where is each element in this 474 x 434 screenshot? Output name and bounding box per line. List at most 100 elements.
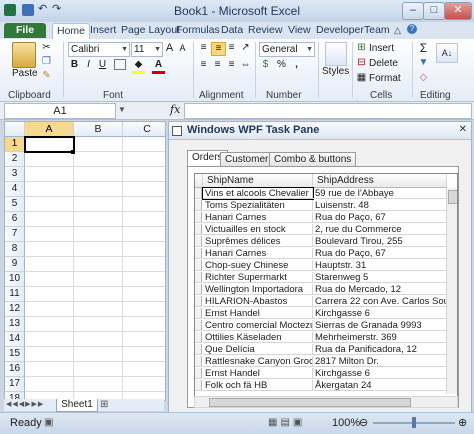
cell-shipaddress[interactable]: Luisenstr. 48 bbox=[313, 200, 447, 211]
table-row[interactable]: Hanari Carnes Rua do Paço, 67 bbox=[195, 248, 457, 259]
table-row[interactable]: Ottilies Käseladen Mehrheimerstr. 369 bbox=[195, 332, 457, 343]
row-selector[interactable] bbox=[195, 260, 202, 271]
table-row[interactable]: Rattlesnake Canyon Grocery2817 Milton Dr… bbox=[195, 356, 457, 367]
fill-handle[interactable] bbox=[71, 150, 75, 154]
cell-shipname[interactable]: Ernst Handel bbox=[203, 308, 313, 319]
column-header-b[interactable]: B bbox=[74, 122, 123, 137]
insert-function-button[interactable]: fx bbox=[170, 103, 180, 116]
merge-center-icon[interactable]: ⇔ bbox=[239, 59, 252, 71]
row-selector[interactable] bbox=[195, 212, 202, 223]
delete-cells-icon[interactable]: ⊟ bbox=[355, 57, 368, 69]
h-scrollbar-thumb[interactable] bbox=[209, 398, 411, 407]
fill-icon[interactable]: ▼ bbox=[417, 57, 430, 69]
name-box[interactable]: A1 bbox=[4, 103, 116, 119]
row-selector[interactable] bbox=[195, 224, 202, 235]
table-row[interactable]: Suprêmes délices Boulevard Tirou, 255 bbox=[195, 236, 457, 247]
insert-sheet-icon[interactable]: ⊞ bbox=[100, 399, 108, 410]
fill-color-icon[interactable]: ◆ bbox=[132, 59, 145, 74]
cell-shipname[interactable]: Hanari Carnes bbox=[203, 248, 313, 259]
row-header[interactable]: 15 bbox=[5, 347, 25, 362]
column-header-c[interactable]: C bbox=[123, 122, 165, 137]
cell-shipaddress[interactable]: Rua da Panificadora, 12 bbox=[313, 344, 447, 355]
sheet-tab-sheet1[interactable]: Sheet1 bbox=[56, 399, 98, 412]
name-box-dropdown-icon[interactable]: ▼ bbox=[118, 105, 126, 114]
row-selector[interactable] bbox=[195, 236, 202, 247]
zoom-level[interactable]: 100% bbox=[332, 417, 360, 429]
cell-shipname[interactable]: Victuailles en stock bbox=[203, 224, 313, 235]
tab-review[interactable]: Review bbox=[244, 23, 286, 38]
align-center-icon[interactable]: ≡ bbox=[211, 59, 224, 71]
row-selector[interactable] bbox=[195, 188, 202, 199]
cell-shipaddress[interactable]: 2, rue du Commerce bbox=[313, 224, 447, 235]
cell-shipname[interactable]: Toms Spezialitäten bbox=[203, 200, 313, 211]
cell-shipaddress[interactable]: Åkergatan 24 bbox=[313, 380, 447, 391]
row-selector[interactable] bbox=[195, 332, 202, 343]
row-header[interactable]: 11 bbox=[5, 287, 25, 302]
underline-button[interactable]: U bbox=[96, 59, 109, 71]
cell-shipaddress[interactable]: Sierras de Granada 9993 bbox=[313, 320, 447, 331]
cell-shipname[interactable]: Ernst Handel bbox=[203, 368, 313, 379]
task-pane-options-icon[interactable] bbox=[172, 126, 182, 136]
row-header[interactable]: 2 bbox=[5, 152, 25, 167]
ribbon-minimize-icon[interactable]: △ bbox=[394, 25, 401, 36]
tab-combo-buttons[interactable]: Combo & buttons bbox=[269, 152, 357, 167]
zoom-in-button[interactable]: ⊕ bbox=[458, 416, 467, 429]
cell-shipaddress[interactable]: Rua do Mercado, 12 bbox=[313, 284, 447, 295]
styles-button[interactable]: Styles bbox=[322, 66, 349, 77]
insert-cells-icon[interactable]: ⊞ bbox=[355, 42, 368, 54]
active-cell-a1[interactable] bbox=[24, 136, 75, 153]
format-cells-icon[interactable]: ▦ bbox=[355, 72, 368, 84]
row-header[interactable]: 1 bbox=[5, 137, 25, 152]
align-bottom-icon[interactable]: ≡ bbox=[225, 42, 238, 54]
table-row[interactable]: Ernst Handel Kirchgasse 6 bbox=[195, 368, 457, 379]
tab-insert[interactable]: Insert bbox=[86, 23, 120, 38]
row-header[interactable]: 17 bbox=[5, 377, 25, 392]
cell-shipname[interactable]: Centro comercial Moctezuma bbox=[203, 320, 313, 331]
cell-shipname[interactable]: HILARION-Abastos bbox=[203, 296, 313, 307]
cell-shipaddress[interactable]: Starenweg 5 bbox=[313, 272, 447, 283]
orientation-icon[interactable]: ↗ bbox=[239, 42, 252, 54]
cell-shipaddress[interactable]: 59 rue de l'Abbaye bbox=[313, 188, 447, 199]
align-right-icon[interactable]: ≡ bbox=[225, 59, 238, 71]
comma-button[interactable]: , bbox=[290, 59, 303, 71]
grow-font-icon[interactable]: A bbox=[163, 42, 176, 54]
styles-gallery-icon[interactable] bbox=[325, 42, 347, 66]
autosum-button[interactable]: Σ bbox=[417, 42, 430, 54]
cell-shipaddress[interactable]: Kirchgasse 6 bbox=[313, 308, 447, 319]
row-header[interactable]: 10 bbox=[5, 272, 25, 287]
tab-home[interactable]: Home bbox=[52, 23, 91, 39]
grid-vertical-scrollbar[interactable] bbox=[446, 188, 457, 394]
scrollbar-thumb[interactable] bbox=[448, 190, 457, 204]
table-row[interactable]: Chop-suey Chinese Hauptstr. 31 bbox=[195, 260, 457, 271]
table-row[interactable]: Folk och fä HB Åkergatan 24 bbox=[195, 380, 457, 391]
cell-shipaddress[interactable]: Kirchgasse 6 bbox=[313, 368, 447, 379]
zoom-out-button[interactable]: ⊖ bbox=[359, 416, 368, 429]
insert-cells-button[interactable]: Insert bbox=[369, 43, 394, 54]
cell-shipname[interactable]: Que Delícia bbox=[203, 344, 313, 355]
row-header[interactable]: 7 bbox=[5, 227, 25, 242]
cell-shipname[interactable]: Chop-suey Chinese bbox=[203, 260, 313, 271]
tab-formulas[interactable]: Formulas bbox=[172, 23, 224, 38]
cell-shipaddress[interactable]: Mehrheimerstr. 369 bbox=[313, 332, 447, 343]
zoom-slider-thumb[interactable] bbox=[412, 417, 416, 428]
row-selector[interactable] bbox=[195, 356, 202, 367]
row-header[interactable]: 8 bbox=[5, 242, 25, 257]
row-selector[interactable] bbox=[195, 296, 202, 307]
bold-button[interactable]: B bbox=[68, 59, 81, 71]
grid-horizontal-scrollbar[interactable] bbox=[194, 396, 458, 408]
row-selector[interactable] bbox=[195, 308, 202, 319]
cell-shipaddress[interactable]: Carrera 22 con Ave. Carlos Soublette bbox=[313, 296, 447, 307]
paste-icon[interactable] bbox=[12, 42, 36, 68]
align-top-icon[interactable]: ≡ bbox=[197, 42, 210, 54]
formula-input[interactable] bbox=[184, 103, 472, 119]
format-painter-icon[interactable]: ✎ bbox=[40, 70, 53, 82]
row-header[interactable]: 5 bbox=[5, 197, 25, 212]
cell-shipname[interactable]: Ottilies Käseladen bbox=[203, 332, 313, 343]
tab-data[interactable]: Data bbox=[217, 23, 247, 38]
cell-shipaddress[interactable]: Rua do Paço, 67 bbox=[313, 248, 447, 259]
minimize-button[interactable]: – bbox=[402, 2, 424, 20]
tab-file[interactable]: File bbox=[4, 23, 46, 38]
row-selector[interactable] bbox=[195, 368, 202, 379]
row-selector[interactable] bbox=[195, 344, 202, 355]
table-row[interactable]: Wellington Importadora Rua do Mercado, 12 bbox=[195, 284, 457, 295]
